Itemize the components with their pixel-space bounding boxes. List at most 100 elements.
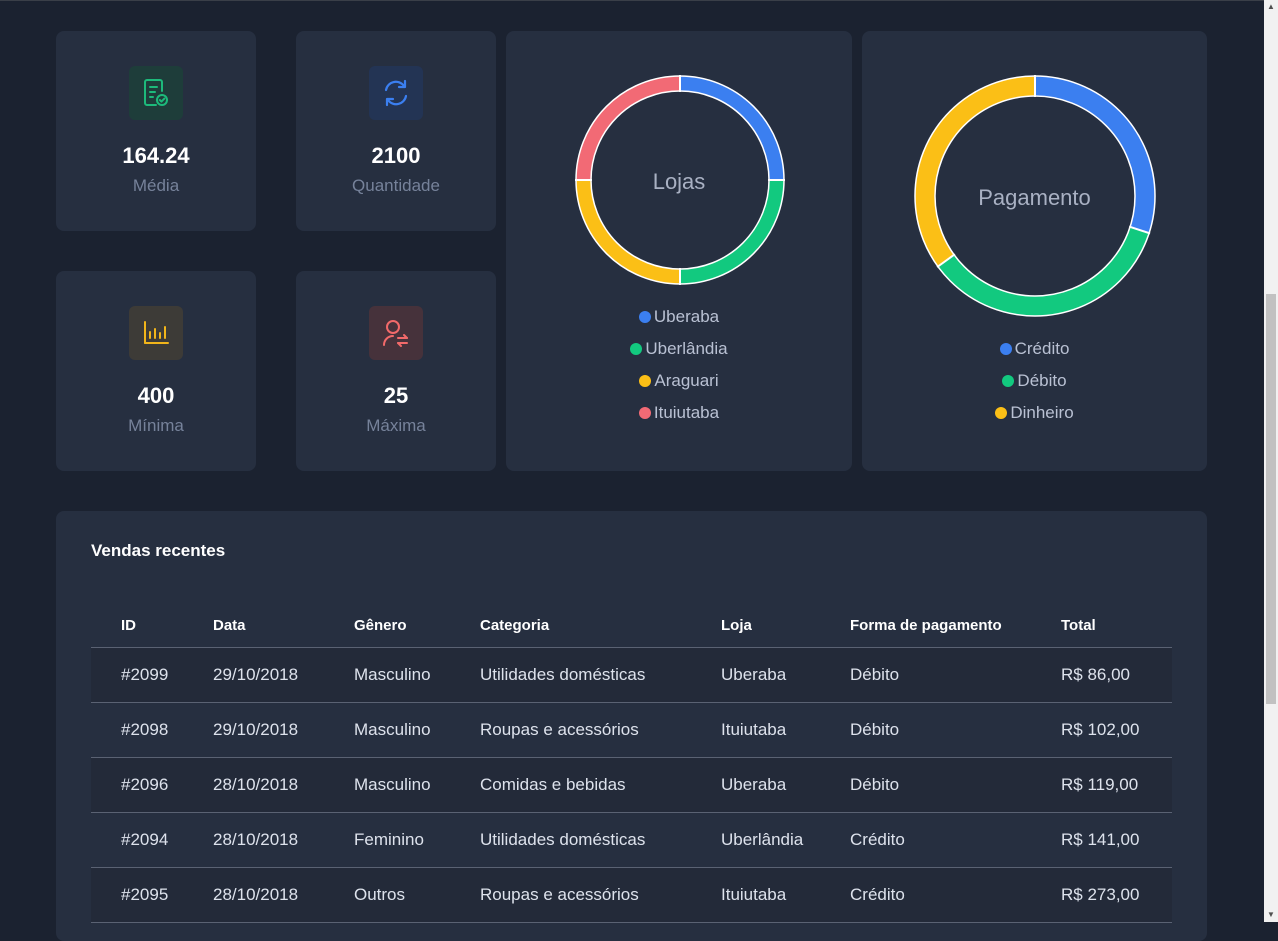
- table-row[interactable]: #2098 29/10/2018 Masculino Roupas e aces…: [91, 702, 1172, 758]
- legend-item[interactable]: Ituiutaba: [506, 397, 852, 429]
- cell-genero: Masculino: [354, 757, 480, 813]
- cell-data: 28/10/2018: [213, 757, 354, 813]
- recent-sales-table: ID Data Gênero Categoria Loja Forma de p…: [91, 603, 1172, 923]
- legend-item[interactable]: Araguari: [506, 365, 852, 397]
- stat-value: 2100: [371, 143, 421, 168]
- cell-data: 28/10/2018: [213, 812, 354, 868]
- donut-slice-uberaba[interactable]: [679, 76, 784, 181]
- receipt-check-icon: [129, 66, 183, 120]
- stat-value: 400: [137, 383, 175, 408]
- chart-card-lojas: Lojas Uberaba Uberlândia Araguari Ituiut…: [506, 31, 852, 471]
- table-title: Vendas recentes: [91, 541, 226, 560]
- column-header-loja[interactable]: Loja: [721, 603, 850, 648]
- legend-label: Ituiutaba: [653, 403, 720, 422]
- legend-label: Dinheiro: [1010, 403, 1074, 422]
- cell-genero: Masculino: [354, 647, 480, 703]
- bar-chart-icon: [129, 306, 183, 360]
- legend-item[interactable]: Dinheiro: [862, 397, 1207, 429]
- cell-pagamento: Débito: [850, 647, 1061, 703]
- stat-card-minima: 400 Mínima: [56, 271, 256, 471]
- cell-categoria: Utilidades domésticas: [480, 812, 721, 868]
- legend-label: Uberlândia: [645, 339, 728, 358]
- cell-loja: Uberlândia: [721, 812, 850, 868]
- cell-pagamento: Débito: [850, 757, 1061, 813]
- table-header-row: ID Data Gênero Categoria Loja Forma de p…: [91, 603, 1172, 648]
- legend-item[interactable]: Crédito: [862, 333, 1207, 365]
- cell-data: 29/10/2018: [213, 702, 354, 758]
- stat-card-quantidade: 2100 Quantidade: [296, 31, 496, 231]
- cell-total: R$ 119,00: [1061, 757, 1172, 813]
- cell-total: R$ 86,00: [1061, 647, 1172, 703]
- donut-slice-débito[interactable]: [937, 226, 1150, 316]
- legend-dot: [638, 311, 651, 323]
- legend-label: Araguari: [654, 371, 719, 390]
- stat-label: Média: [132, 176, 180, 195]
- legend-dot: [999, 343, 1012, 355]
- cell-categoria: Comidas e bebidas: [480, 757, 721, 813]
- scroll-down-arrow-icon[interactable]: ▼: [1264, 908, 1278, 922]
- column-header-data[interactable]: Data: [213, 603, 354, 648]
- cell-total: R$ 273,00: [1061, 867, 1172, 923]
- column-header-categoria[interactable]: Categoria: [480, 603, 721, 648]
- cell-categoria: Roupas e acessórios: [480, 702, 721, 758]
- scroll-up-arrow-icon[interactable]: ▲: [1264, 0, 1278, 14]
- cell-genero: Masculino: [354, 702, 480, 758]
- cell-pagamento: Débito: [850, 702, 1061, 758]
- stat-label: Mínima: [128, 416, 184, 435]
- column-header-pagamento[interactable]: Forma de pagamento: [850, 603, 1061, 648]
- donut-slice-ituiutaba[interactable]: [576, 76, 681, 181]
- cell-pagamento: Crédito: [850, 867, 1061, 923]
- cell-id: #2094: [91, 812, 213, 868]
- column-header-total[interactable]: Total: [1061, 603, 1172, 648]
- cell-genero: Outros: [354, 867, 480, 923]
- recent-sales-card: Vendas recentes ID Data Gênero Categoria…: [56, 511, 1207, 941]
- scrollbar-thumb[interactable]: [1266, 294, 1276, 704]
- cell-total: R$ 102,00: [1061, 702, 1172, 758]
- cell-loja: Ituiutaba: [721, 867, 850, 923]
- cell-loja: Uberaba: [721, 757, 850, 813]
- stat-label: Máxima: [366, 416, 426, 435]
- cell-id: #2096: [91, 757, 213, 813]
- legend-item[interactable]: Débito: [862, 365, 1207, 397]
- chart-title: Pagamento: [978, 185, 1091, 210]
- legend-dot: [639, 375, 652, 387]
- cell-id: #2095: [91, 867, 213, 923]
- refresh-icon: [369, 66, 423, 120]
- legend-item[interactable]: Uberlândia: [506, 333, 852, 365]
- legend-dot: [638, 407, 651, 419]
- table-row[interactable]: #2095 28/10/2018 Outros Roupas e acessór…: [91, 867, 1172, 923]
- legend-dot: [995, 407, 1008, 419]
- chart-card-pagamento: Pagamento Crédito Débito Dinheiro: [862, 31, 1207, 471]
- cell-total: R$ 141,00: [1061, 812, 1172, 868]
- column-header-genero[interactable]: Gênero: [354, 603, 480, 648]
- stat-value: 25: [383, 383, 409, 408]
- legend-item[interactable]: Uberaba: [506, 301, 852, 333]
- stat-value: 164.24: [122, 143, 190, 168]
- legend-label: Uberaba: [653, 307, 720, 326]
- cell-data: 29/10/2018: [213, 647, 354, 703]
- table-row[interactable]: #2096 28/10/2018 Masculino Comidas e beb…: [91, 757, 1172, 813]
- cell-pagamento: Crédito: [850, 812, 1061, 868]
- cell-categoria: Utilidades domésticas: [480, 647, 721, 703]
- column-header-id[interactable]: ID: [91, 603, 213, 648]
- user-exchange-icon: [369, 306, 423, 360]
- chart-legend: Crédito Débito Dinheiro: [862, 333, 1207, 429]
- legend-label: Crédito: [1014, 339, 1070, 358]
- chart-legend: Uberaba Uberlândia Araguari Ituiutaba: [506, 301, 852, 429]
- cell-loja: Uberaba: [721, 647, 850, 703]
- stat-card-media: 164.24 Média: [56, 31, 256, 231]
- cell-genero: Feminino: [354, 812, 480, 868]
- table-row[interactable]: #2094 28/10/2018 Feminino Utilidades dom…: [91, 812, 1172, 868]
- legend-dot: [1002, 375, 1015, 387]
- stat-label: Quantidade: [352, 176, 440, 195]
- cell-id: #2098: [91, 702, 213, 758]
- legend-dot: [630, 343, 643, 355]
- table-row[interactable]: #2099 29/10/2018 Masculino Utilidades do…: [91, 647, 1172, 703]
- stat-card-maxima: 25 Máxima: [296, 271, 496, 471]
- cell-data: 28/10/2018: [213, 867, 354, 923]
- cell-categoria: Roupas e acessórios: [480, 867, 721, 923]
- cell-loja: Ituiutaba: [721, 702, 850, 758]
- chart-title: Lojas: [652, 169, 706, 194]
- legend-label: Débito: [1017, 371, 1067, 390]
- cell-id: #2099: [91, 647, 213, 703]
